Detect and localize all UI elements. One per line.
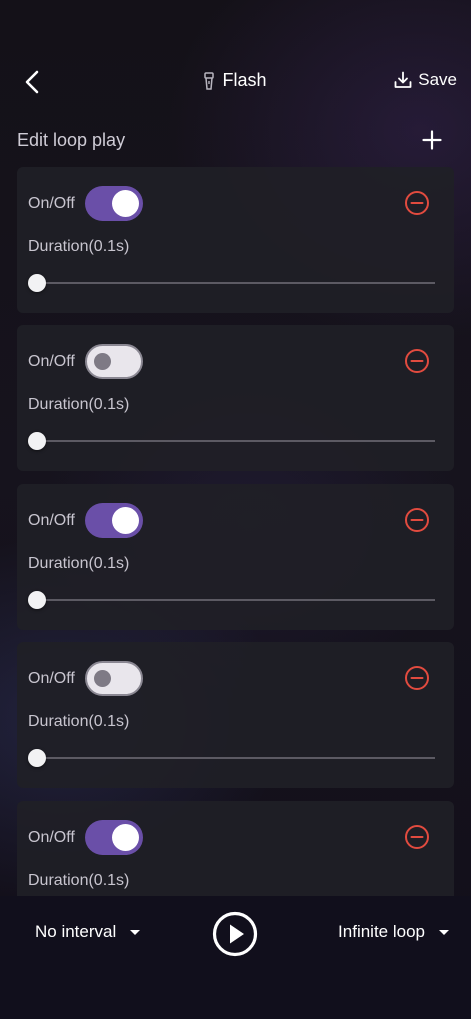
duration-slider[interactable] — [28, 271, 435, 295]
section-header: Edit loop play — [17, 126, 454, 156]
bottom-bar: No interval Infinite loop — [0, 896, 471, 1019]
back-button[interactable] — [14, 64, 50, 100]
slider-track — [38, 599, 435, 601]
plus-icon — [422, 130, 442, 150]
remove-item-icon[interactable] — [404, 190, 430, 216]
top-bar: Flash Save — [0, 58, 471, 108]
add-item-button[interactable] — [418, 126, 446, 154]
loop-item-card: On/Off Duration(0.1s) — [17, 167, 454, 313]
slider-thumb[interactable] — [28, 749, 46, 767]
section-title: Edit loop play — [17, 130, 126, 150]
onoff-toggle[interactable] — [85, 186, 143, 221]
duration-label: Duration(0.1s) — [28, 238, 130, 255]
duration-label: Duration(0.1s) — [28, 872, 130, 889]
onoff-label: On/Off — [28, 512, 75, 529]
caret-down-icon — [130, 929, 141, 935]
interval-value: No interval — [35, 922, 117, 941]
toggle-knob — [112, 190, 139, 217]
onoff-label: On/Off — [28, 353, 75, 370]
slider-thumb[interactable] — [28, 274, 46, 292]
onoff-label: On/Off — [28, 195, 75, 212]
loop-item-card: On/Off Duration(0.1s) — [17, 642, 454, 788]
remove-item-icon[interactable] — [404, 824, 430, 850]
loop-item-card: On/Off Duration(0.1s) — [17, 325, 454, 471]
duration-slider[interactable] — [28, 746, 435, 770]
remove-item-icon[interactable] — [404, 507, 430, 533]
toggle-knob — [94, 670, 111, 687]
remove-item-icon[interactable] — [404, 348, 430, 374]
interval-dropdown[interactable]: No interval — [35, 922, 141, 942]
toggle-knob — [94, 353, 111, 370]
onoff-toggle[interactable] — [85, 344, 143, 379]
duration-label: Duration(0.1s) — [28, 396, 130, 413]
page-title: Flash — [222, 70, 267, 90]
loop-item-card: On/Off Duration(0.1s) — [17, 484, 454, 630]
duration-slider[interactable] — [28, 588, 435, 612]
toggle-knob — [112, 824, 139, 851]
onoff-toggle[interactable] — [85, 661, 143, 696]
chevron-left-icon — [25, 70, 39, 94]
caret-down-icon — [439, 929, 449, 935]
onoff-toggle[interactable] — [85, 503, 143, 538]
duration-slider[interactable] — [28, 429, 435, 453]
onoff-label: On/Off — [28, 670, 75, 687]
slider-thumb[interactable] — [28, 432, 46, 450]
slider-track — [38, 282, 435, 284]
slider-track — [38, 757, 435, 759]
onoff-label: On/Off — [28, 829, 75, 846]
duration-label: Duration(0.1s) — [28, 713, 130, 730]
onoff-toggle[interactable] — [85, 820, 143, 855]
save-button[interactable]: Save — [394, 70, 457, 90]
loop-mode-value: Infinite loop — [338, 922, 425, 941]
loop-item-card: On/Off Duration(0.1s) — [17, 801, 454, 896]
duration-label: Duration(0.1s) — [28, 555, 130, 572]
slider-track — [38, 440, 435, 442]
download-icon — [394, 71, 412, 88]
loop-mode-dropdown[interactable]: Infinite loop — [338, 922, 449, 942]
slider-thumb[interactable] — [28, 591, 46, 609]
loop-item-list[interactable]: On/Off Duration(0.1s) On/Off Duration(0.… — [17, 167, 454, 896]
flashlight-icon — [204, 71, 215, 90]
toggle-knob — [112, 507, 139, 534]
remove-item-icon[interactable] — [404, 665, 430, 691]
save-label: Save — [418, 70, 457, 89]
play-circle-icon[interactable] — [212, 911, 258, 957]
